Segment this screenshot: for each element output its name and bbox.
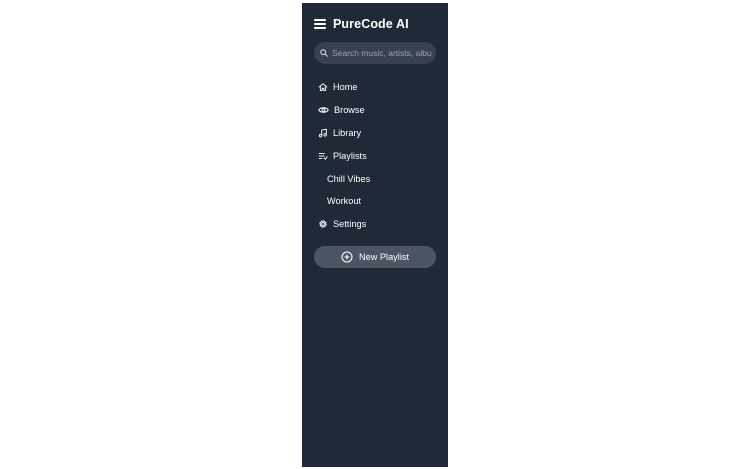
sidebar-nav: Home Browse Library Playlists Chill Vibe… [302,76,448,236]
gear-icon [319,220,327,228]
playlist-item-workout[interactable]: Workout [302,190,448,213]
playlist-item-label: Chill Vibes [327,173,371,184]
sidebar-item-label: Home [333,82,358,93]
sidebar-item-label: Settings [333,219,367,230]
menu-icon[interactable] [314,19,326,29]
playlist-item-chill-vibes[interactable]: Chill Vibes [302,167,448,190]
music-note-icon [318,128,327,138]
sidebar-item-label: Library [333,127,362,138]
playlist-item-label: Workout [327,196,362,207]
search-input[interactable] [332,48,432,58]
sidebar-item-library[interactable]: Library [302,122,448,145]
sidebar-item-label: Playlists [333,150,367,161]
new-playlist-button[interactable]: New Playlist [314,246,436,268]
search-icon [320,49,328,57]
sidebar-item-browse[interactable]: Browse [302,99,448,122]
app-title: PureCode AI [333,17,409,31]
sidebar-item-home[interactable]: Home [302,76,448,99]
home-icon [318,83,328,92]
sidebar-item-label: Browse [334,105,365,116]
plus-circle-icon [341,251,353,263]
eye-icon [318,107,329,113]
playlist-icon [318,152,328,160]
sidebar-header: PureCode AI [314,15,409,33]
new-playlist-label: New Playlist [358,252,410,262]
sidebar: PureCode AI Home Browse [302,3,448,467]
search-bar[interactable] [314,42,436,64]
sidebar-item-playlists[interactable]: Playlists [302,144,448,167]
sidebar-item-settings[interactable]: Settings [302,213,448,236]
